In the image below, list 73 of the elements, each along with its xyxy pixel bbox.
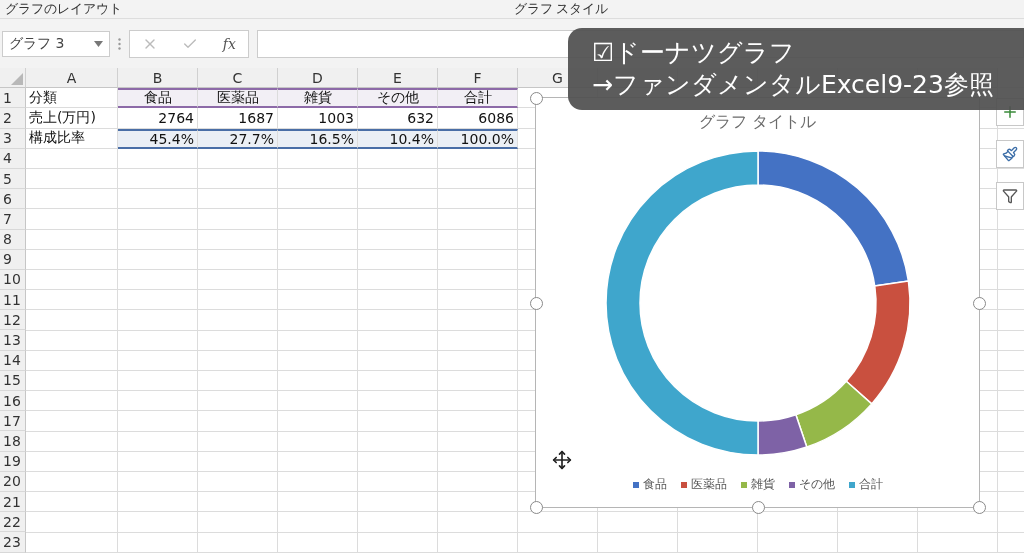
row-header[interactable]: 9 xyxy=(0,249,26,270)
caption-line: ☑ドーナツグラフ xyxy=(592,36,796,69)
resize-handle[interactable] xyxy=(530,501,543,514)
row-header[interactable]: 4 xyxy=(0,148,26,169)
select-all-corner[interactable] xyxy=(0,68,26,89)
row-header[interactable]: 5 xyxy=(0,168,26,190)
chart-title: グラフ タイトル xyxy=(698,112,817,133)
table-cell: 構成比率 xyxy=(26,128,118,149)
filter-icon xyxy=(1002,188,1018,204)
column-header[interactable]: D xyxy=(278,68,358,89)
table-cell: 医薬品 xyxy=(198,88,278,109)
legend-item: その他 xyxy=(788,476,835,493)
row-header[interactable]: 7 xyxy=(0,209,26,230)
legend-item: 食品 xyxy=(632,476,667,493)
row-header[interactable]: 17 xyxy=(0,411,26,432)
table-cell: 6086 xyxy=(438,108,518,129)
row-header[interactable]: 6 xyxy=(0,189,26,210)
grip-icon xyxy=(118,37,121,50)
triangle-icon xyxy=(11,73,23,86)
resize-handle[interactable] xyxy=(530,296,543,310)
row-header[interactable]: 20 xyxy=(0,471,26,492)
caret-icon xyxy=(94,40,103,47)
table-cell: 1687 xyxy=(198,108,278,129)
resize-handle[interactable] xyxy=(530,92,543,105)
row-header[interactable]: 22 xyxy=(0,512,26,533)
table-cell: 1003 xyxy=(278,108,358,129)
table-cell: 16.5% xyxy=(278,128,358,149)
legend-item: 医薬品 xyxy=(680,476,727,493)
row-header[interactable]: 21 xyxy=(0,491,26,513)
row-header[interactable]: 19 xyxy=(0,451,26,472)
table-cell: 2764 xyxy=(118,108,198,129)
resize-handle[interactable] xyxy=(973,501,986,514)
legend-item: 合計 xyxy=(848,476,883,493)
row-header[interactable]: 12 xyxy=(0,310,26,331)
table-cell: 100.0% xyxy=(438,128,518,149)
row-header[interactable]: 18 xyxy=(0,431,26,452)
resize-handle[interactable] xyxy=(973,296,986,310)
legend-item: 雑貨 xyxy=(740,476,775,493)
ribbon-group-label: グラフのレイアウト xyxy=(3,0,123,18)
column-header[interactable]: B xyxy=(118,68,198,89)
table-cell: 27.7% xyxy=(198,128,278,149)
row-header[interactable]: 13 xyxy=(0,330,26,351)
table-cell: 分類 xyxy=(26,88,118,109)
row-header[interactable]: 1 xyxy=(0,88,26,109)
chart-styles-button[interactable] xyxy=(996,140,1024,168)
row-header[interactable]: 11 xyxy=(0,290,26,311)
ribbon-group-label: グラフ スタイル xyxy=(512,0,610,18)
table-cell: 雑貨 xyxy=(278,88,358,109)
row-header[interactable]: 14 xyxy=(0,350,26,371)
row-header[interactable]: 16 xyxy=(0,391,26,412)
chart-filters-button[interactable] xyxy=(996,182,1024,210)
row-header[interactable]: 8 xyxy=(0,229,26,250)
row-header[interactable]: 10 xyxy=(0,269,26,291)
column-header[interactable]: E xyxy=(358,68,438,89)
table-cell: 632 xyxy=(358,108,438,129)
table-cell: 食品 xyxy=(118,88,198,109)
brush-icon xyxy=(1002,146,1018,162)
table-cell: その他 xyxy=(358,88,438,109)
row-header[interactable]: 23 xyxy=(0,532,26,553)
table-cell: 売上(万円) xyxy=(26,108,118,129)
column-header[interactable]: F xyxy=(438,68,518,89)
table-cell: 45.4% xyxy=(118,128,198,149)
row-header[interactable]: 3 xyxy=(0,128,26,149)
table-cell: 10.4% xyxy=(358,128,438,149)
resize-handle[interactable] xyxy=(751,501,765,514)
row-header[interactable]: 2 xyxy=(0,108,26,129)
move-cursor-icon xyxy=(552,450,572,470)
name-box[interactable]: グラフ 3 xyxy=(2,30,110,57)
row-header[interactable]: 15 xyxy=(0,370,26,391)
insert-function-button[interactable]: fx xyxy=(222,35,236,52)
table-cell: 合計 xyxy=(438,88,518,109)
column-header[interactable]: A xyxy=(26,68,118,89)
column-header[interactable]: C xyxy=(198,68,278,89)
